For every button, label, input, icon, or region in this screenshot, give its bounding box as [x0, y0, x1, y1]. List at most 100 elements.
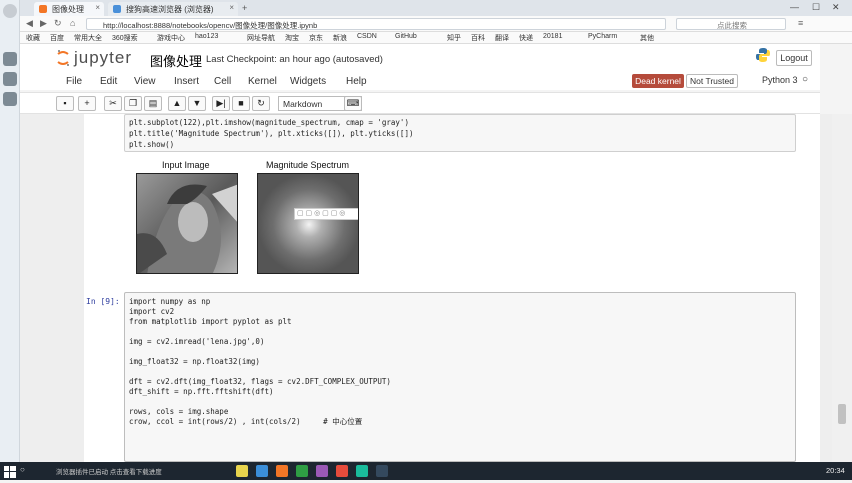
keyboard-icon[interactable]: ⌨: [344, 96, 362, 111]
close-icon[interactable]: ×: [95, 3, 100, 12]
code-line: img = cv2.imread('lena.jpg',0): [129, 337, 265, 346]
python-logo-icon: [755, 47, 771, 63]
file-explorer-icon[interactable]: [236, 465, 248, 477]
home-icon[interactable]: ⌂: [70, 18, 75, 28]
bookmark-item[interactable]: 淘宝: [285, 33, 299, 43]
jupyter-wordmark[interactable]: jupyter: [74, 48, 132, 68]
refresh-icon[interactable]: ↻: [54, 18, 62, 29]
bookmark-item[interactable]: 20181: [543, 33, 562, 40]
bookmark-item[interactable]: 翻译: [495, 33, 509, 43]
windows-taskbar: ○ 浏览器插件已启动 点击查看下载进度 20:34: [0, 462, 852, 480]
url-field[interactable]: http://localhost:8888/notebooks/opencv/图…: [86, 18, 666, 30]
bookmark-item[interactable]: 知乎: [447, 33, 461, 43]
menu-widgets[interactable]: Widgets: [290, 76, 326, 87]
windows-start-icon[interactable]: [4, 465, 16, 478]
current-code-cell[interactable]: import numpy as np import cv2 from matpl…: [124, 292, 796, 462]
scrollbar-thumb[interactable]: [838, 404, 846, 424]
floating-image-toolbar[interactable]: ▢ ▢ ◎ ▢ ▢ ◎: [294, 208, 358, 220]
bookmark-item[interactable]: PyCharm: [588, 33, 617, 40]
input-image: [136, 173, 238, 274]
bookmark-item[interactable]: hao123: [195, 33, 218, 40]
code-line: plt.title('Magnitude Spectrum'), plt.xti…: [129, 129, 414, 138]
menu-cell[interactable]: Cell: [214, 76, 231, 87]
back-icon[interactable]: ◀: [26, 18, 33, 29]
bookmark-item[interactable]: GitHub: [395, 33, 417, 40]
bookmark-item[interactable]: 网址导航: [247, 33, 275, 43]
checkpoint-status: Last Checkpoint: an hour ago (autosaved): [206, 54, 383, 65]
notebook-title[interactable]: 图像处理: [150, 51, 202, 70]
search-field[interactable]: 点此搜索: [676, 18, 786, 30]
bookmark-item[interactable]: 其他: [640, 33, 654, 43]
notebook-area: plt.subplot(122),plt.imshow(magnitude_sp…: [20, 114, 832, 462]
tab-bar: 图像处理 × 搜狗高速浏览器 (浏览器) × + — ☐ ✕: [20, 0, 852, 16]
tab-label: 图像处理: [52, 5, 84, 14]
bookmark-item[interactable]: 收藏: [26, 33, 40, 43]
restart-icon[interactable]: ↻: [252, 96, 270, 111]
bookmark-item[interactable]: 京东: [309, 33, 323, 43]
bookmark-item[interactable]: CSDN: [357, 33, 377, 40]
tab-notebook[interactable]: 图像处理 ×: [34, 2, 104, 16]
cell-prompt: In [9]:: [86, 297, 120, 306]
app-taskbar-icon[interactable]: [336, 465, 348, 477]
jupyter-logo-icon[interactable]: [56, 48, 70, 68]
bookmark-item[interactable]: 360搜索: [112, 33, 138, 43]
sidebar-history-icon[interactable]: [3, 72, 17, 86]
minimize-icon[interactable]: —: [790, 2, 799, 12]
move-up-icon[interactable]: ▲: [168, 96, 186, 111]
menu-file[interactable]: File: [66, 76, 82, 87]
menu-help[interactable]: Help: [346, 76, 367, 87]
url-text: http://localhost:8888/notebooks/opencv/图…: [103, 21, 318, 30]
forward-icon[interactable]: ▶: [40, 18, 47, 29]
code-line: import numpy as np: [129, 297, 211, 306]
bookmarks-bar: 收藏 百度 常用大全 360搜索 游戏中心 hao123 网址导航 淘宝 京东 新浪 CSDN Git…: [20, 32, 852, 44]
cut-icon[interactable]: ✂: [104, 96, 122, 111]
app-taskbar-icon[interactable]: [296, 465, 308, 477]
trust-status-badge[interactable]: Not Trusted: [686, 74, 738, 88]
menu-insert[interactable]: Insert: [174, 76, 199, 87]
clock[interactable]: 20:34: [826, 466, 845, 475]
window-close-icon[interactable]: ✕: [832, 2, 840, 13]
new-tab-icon[interactable]: +: [242, 3, 247, 13]
code-line: plt.subplot(122),plt.imshow(magnitude_sp…: [129, 118, 409, 127]
browser-tab-icon: [113, 5, 121, 13]
sidebar-favorite-icon[interactable]: [3, 52, 17, 66]
jupyter-taskbar-icon[interactable]: [276, 465, 288, 477]
search-icon[interactable]: ○: [20, 465, 25, 474]
bookmark-item[interactable]: 常用大全: [74, 33, 102, 43]
logout-button[interactable]: Logout: [776, 50, 812, 66]
bookmark-item[interactable]: 快递: [519, 33, 533, 43]
menu-view[interactable]: View: [134, 76, 156, 87]
kernel-name: Python 3: [762, 75, 798, 85]
sidebar-download-icon[interactable]: [3, 92, 17, 106]
browser-logo-icon[interactable]: [3, 4, 17, 18]
bookmark-item[interactable]: 游戏中心: [157, 33, 185, 43]
jupyter-header: jupyter 图像处理 Last Checkpoint: an hour ag…: [20, 44, 820, 74]
jupyter-menubar: File Edit View Insert Cell Kernel Widget…: [20, 74, 820, 90]
menu-edit[interactable]: Edit: [100, 76, 117, 87]
app-taskbar-icon[interactable]: [376, 465, 388, 477]
run-icon[interactable]: ▶|: [212, 96, 230, 111]
page-scrollbar[interactable]: [832, 114, 852, 462]
interrupt-icon[interactable]: ■: [232, 96, 250, 111]
copy-icon[interactable]: ❐: [124, 96, 142, 111]
kernel-status-badge[interactable]: Dead kernel: [632, 74, 684, 88]
address-bar-row: ◀ ▶ ↻ ⌂ http://localhost:8888/notebooks/…: [20, 16, 852, 32]
browser-taskbar-icon[interactable]: [256, 465, 268, 477]
previous-code-cell[interactable]: plt.subplot(122),plt.imshow(magnitude_sp…: [124, 114, 796, 152]
search-placeholder: 点此搜索: [717, 21, 747, 30]
app-taskbar-icon[interactable]: [316, 465, 328, 477]
bookmark-item[interactable]: 新浪: [333, 33, 347, 43]
bookmark-item[interactable]: 百度: [50, 33, 64, 43]
paste-icon[interactable]: ▤: [144, 96, 162, 111]
app-taskbar-icon[interactable]: [356, 465, 368, 477]
maximize-icon[interactable]: ☐: [812, 2, 820, 13]
close-icon[interactable]: ×: [229, 3, 234, 12]
move-down-icon[interactable]: ▼: [188, 96, 206, 111]
add-cell-icon[interactable]: +: [78, 96, 96, 111]
save-icon[interactable]: ▪: [56, 96, 74, 111]
menu-kernel[interactable]: Kernel: [248, 76, 277, 87]
menu-icon[interactable]: ≡: [798, 18, 803, 28]
bookmark-item[interactable]: 百科: [471, 33, 485, 43]
jupyter-tab-icon: [39, 5, 47, 13]
tab-second[interactable]: 搜狗高速浏览器 (浏览器) ×: [108, 2, 238, 16]
